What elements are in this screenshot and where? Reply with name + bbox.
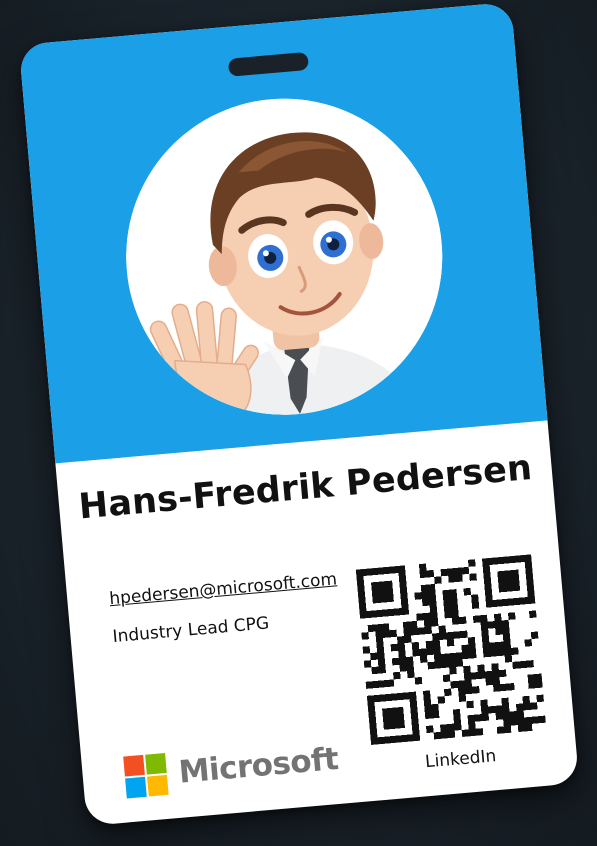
job-title: Industry Lead CPG [111,613,270,648]
background: Hans-Fredrik Pedersen hpedersen@microsof… [0,0,597,846]
microsoft-logo-icon [123,752,169,799]
qr-code-label: LinkedIn [424,746,498,773]
email-link[interactable]: hpedersen@microsoft.com [109,569,338,609]
qr-code-icon[interactable] [355,554,547,745]
microsoft-logo: Microsoft [123,738,340,799]
cardholder-name: Hans-Fredrik Pedersen [77,447,534,528]
id-badge-card: Hans-Fredrik Pedersen hpedersen@microsof… [18,1,580,827]
company-name: Microsoft [177,740,340,791]
